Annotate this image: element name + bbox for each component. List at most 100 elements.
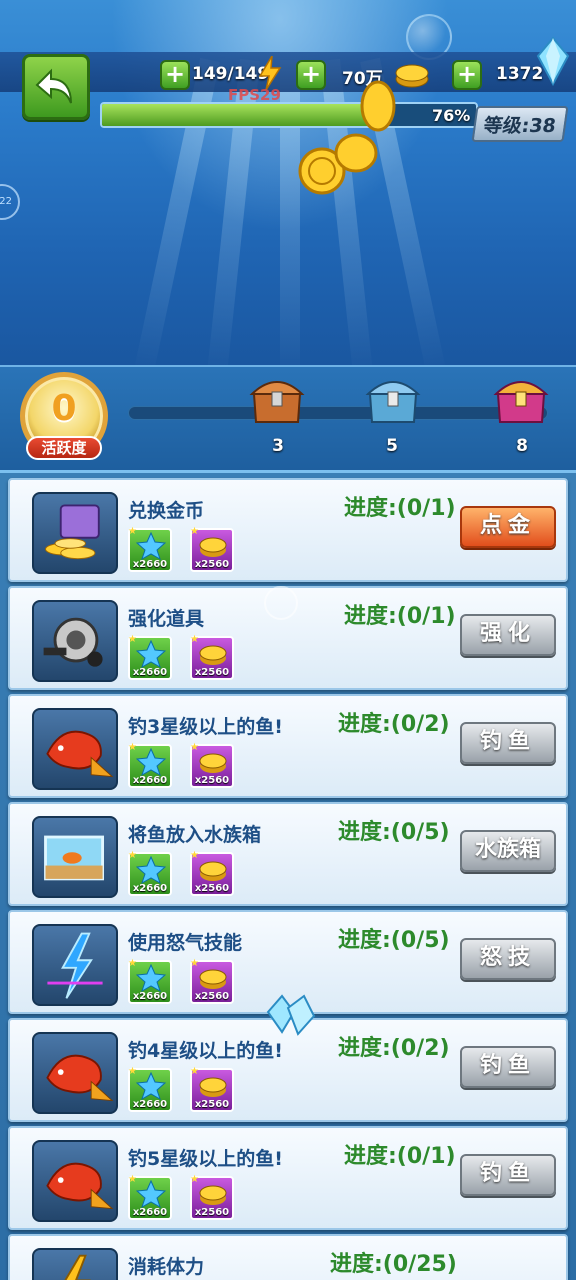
add-diamond-button[interactable]: +	[452, 60, 482, 90]
activity-progress-track	[128, 406, 548, 420]
star-icon	[136, 532, 166, 560]
milestone-value: 3	[272, 436, 284, 456]
task-progress: 进度:(0/25)	[330, 1252, 457, 1277]
task-card: 钓3星级以上的鱼! 进度:(0/2) ★ x2660 ★ x2560 钓鱼	[8, 694, 568, 798]
star-icon	[136, 1072, 166, 1100]
reward-quantity: x2560	[194, 883, 230, 894]
star-icon	[136, 964, 166, 992]
aquarium-button[interactable]: 水族箱	[460, 830, 556, 872]
task-title: 钓5星级以上的鱼!	[128, 1148, 283, 1170]
go-fishing-button[interactable]: 钓鱼	[460, 722, 556, 764]
gold-treasure-icon	[32, 492, 118, 574]
coin-reward: ★ x2560	[190, 958, 234, 1004]
back-button[interactable]	[22, 54, 90, 120]
coin-reward: ★ x2560	[190, 742, 234, 788]
reward-quantity: x2560	[194, 1207, 230, 1218]
milestone-value: 5	[386, 436, 398, 456]
task-card: 兑换金币 进度:(0/1) ★ x2660 ★ x2560 点金	[8, 478, 568, 582]
task-title: 使用怒气技能	[128, 932, 243, 954]
task-progress: 进度:(0/1)	[344, 496, 456, 521]
touch-indicator	[264, 586, 298, 620]
add-gold-button[interactable]: +	[296, 60, 326, 90]
fishing-reel-icon	[32, 600, 118, 682]
reward-quantity: x2660	[132, 667, 168, 678]
rage-skill-icon	[32, 924, 118, 1006]
coin-icon	[199, 1185, 227, 1205]
diamond-icon	[536, 36, 570, 86]
task-progress: 进度:(0/1)	[344, 604, 456, 629]
experience-bar	[100, 102, 478, 128]
coin-icon	[199, 753, 227, 773]
task-title: 兑换金币	[128, 500, 205, 522]
activity-label: 活跃度	[26, 436, 102, 460]
star-icon	[136, 748, 166, 776]
task-progress: 进度:(0/5)	[338, 928, 450, 953]
golden-chest-icon[interactable]	[492, 372, 550, 426]
reward-quantity: x2660	[132, 775, 168, 786]
exchange-gold-button[interactable]: 点金	[460, 506, 556, 548]
reward-quantity: x2560	[194, 775, 230, 786]
go-fishing-button[interactable]: 钓鱼	[460, 1046, 556, 1088]
experience-percent: 76%	[432, 106, 471, 125]
star-reward: ★ x2660	[128, 1066, 172, 1112]
coin-reward: ★ x2560	[190, 850, 234, 896]
star-reward: ★ x2660	[128, 1174, 172, 1220]
lightning-icon	[258, 56, 282, 90]
task-card: 将鱼放入水族箱 进度:(0/5) ★ x2660 ★ x2560 水族箱	[8, 802, 568, 906]
flying-coin-icon	[360, 80, 396, 132]
task-card: 消耗体力 进度:(0/25)	[8, 1234, 568, 1280]
milestone-value: 8	[516, 436, 528, 456]
reward-quantity: x2560	[194, 991, 230, 1002]
coin-reward: ★ x2560	[190, 1174, 234, 1220]
bronze-chest-icon[interactable]	[248, 372, 306, 426]
coin-icon	[199, 1077, 227, 1097]
star-reward: ★ x2660	[128, 958, 172, 1004]
activity-points: 0	[51, 388, 77, 429]
star-reward: ★ x2660	[128, 526, 172, 572]
task-progress: 进度:(0/5)	[338, 820, 450, 845]
task-title: 钓4星级以上的鱼!	[128, 1040, 283, 1062]
reward-quantity: x2660	[132, 559, 168, 570]
aquarium-icon	[32, 816, 118, 898]
task-progress: 进度:(0/2)	[338, 1036, 450, 1061]
coin-icon	[199, 861, 227, 881]
star-icon	[136, 856, 166, 884]
rage-skill-button[interactable]: 怒技	[460, 938, 556, 980]
coin-icon	[199, 537, 227, 557]
task-progress: 进度:(0/2)	[338, 712, 450, 737]
task-title: 钓3星级以上的鱼!	[128, 716, 283, 738]
upgrade-button[interactable]: 强化	[460, 614, 556, 656]
reward-quantity: x2660	[132, 991, 168, 1002]
reward-quantity: x2560	[194, 1099, 230, 1110]
back-arrow-icon	[35, 68, 72, 104]
go-fishing-button[interactable]: 钓鱼	[460, 1154, 556, 1196]
task-title: 强化道具	[128, 608, 205, 630]
red-fish-icon	[32, 1140, 118, 1222]
reward-quantity: x2660	[132, 1099, 168, 1110]
experience-fill	[102, 104, 387, 126]
coin-reward: ★ x2560	[190, 526, 234, 572]
add-energy-button[interactable]: +	[160, 60, 190, 90]
red-fish-icon	[32, 708, 118, 790]
star-reward: ★ x2660	[128, 634, 172, 680]
reward-quantity: x2560	[194, 667, 230, 678]
silver-chest-icon[interactable]	[364, 372, 422, 426]
star-reward: ★ x2660	[128, 742, 172, 788]
task-card: 钓5星级以上的鱼! 进度:(0/1) ★ x2660 ★ x2560 钓鱼	[8, 1126, 568, 1230]
flying-coin-icon	[334, 133, 378, 173]
coin-icon	[199, 645, 227, 665]
coin-reward: ★ x2560	[190, 634, 234, 680]
coin-icon	[199, 969, 227, 989]
red-fish-icon	[32, 1032, 118, 1114]
reward-quantity: x2560	[194, 559, 230, 570]
energy-icon	[32, 1248, 118, 1280]
star-icon	[136, 1180, 166, 1208]
floating-diamond-icon	[266, 994, 316, 1036]
star-reward: ★ x2660	[128, 850, 172, 896]
reward-quantity: x2660	[132, 1207, 168, 1218]
level-badge: 等级:38	[471, 106, 569, 142]
task-title: 消耗体力	[128, 1256, 205, 1278]
star-icon	[136, 640, 166, 668]
task-progress: 进度:(0/1)	[344, 1144, 456, 1169]
coin-reward: ★ x2560	[190, 1066, 234, 1112]
